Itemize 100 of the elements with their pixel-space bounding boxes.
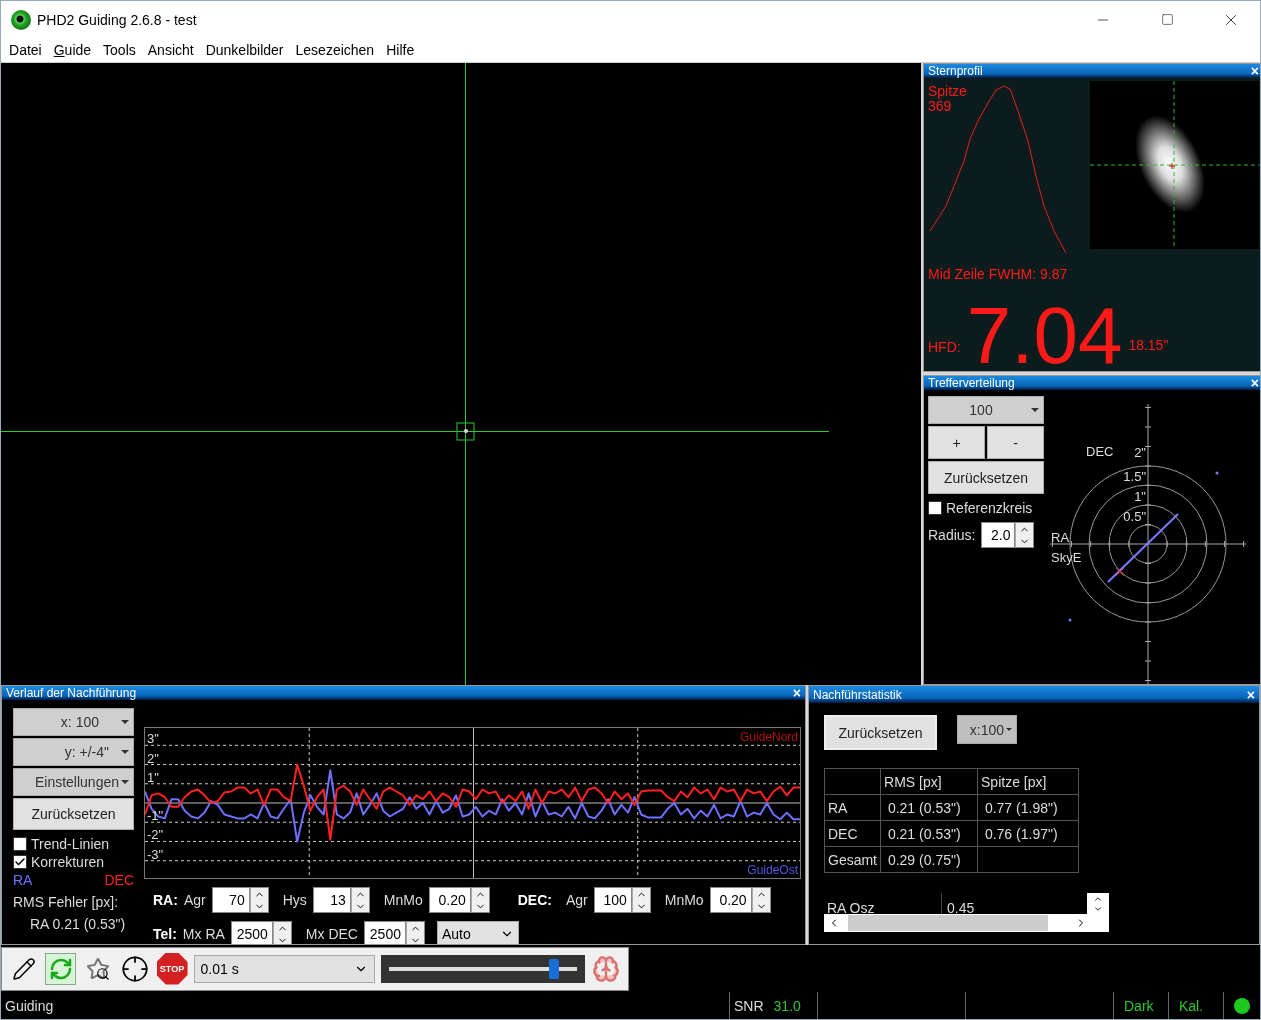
brain-icon[interactable] [592, 954, 621, 983]
zoom-out-button[interactable]: - [987, 426, 1044, 459]
status-text: Guiding [5, 997, 54, 1014]
menu-item[interactable]: Ansicht [141, 42, 200, 58]
tick-label: 3" [147, 731, 159, 747]
row-header: DEC [824, 820, 881, 847]
field-label: Mx DEC [305, 926, 358, 942]
column-header: Spitze [px] [977, 768, 1079, 795]
close-button[interactable]: × [1246, 687, 1255, 702]
slider-thumb[interactable] [549, 958, 560, 979]
row-header: Gesamt [824, 846, 881, 873]
series-legend: DEC [104, 872, 134, 888]
checkbox-label: Korrekturen [31, 854, 105, 870]
rms-ra-text: RA 0.21 (0.53") [30, 916, 127, 932]
ring-label: 2" [1134, 445, 1146, 460]
settings-dropdown[interactable]: Einstellungen [13, 768, 134, 796]
tick-label: 1" [147, 769, 159, 785]
checkbox-label: Trend-Linien [31, 836, 110, 852]
pencil-icon[interactable] [11, 956, 36, 981]
table-cell: 0.29 (0.75") [880, 846, 978, 873]
close-button[interactable]: × [792, 686, 801, 700]
checkbox-label: Referenzkreis [946, 500, 1033, 516]
scrollbar-thumb[interactable] [848, 915, 1048, 931]
hfd-value: 7.04 [966, 296, 1123, 371]
loop-button[interactable] [45, 952, 77, 985]
caret-icon [121, 720, 129, 724]
scroll-up-icon[interactable] [1093, 894, 1103, 904]
caret-icon [121, 780, 129, 784]
maximize-icon[interactable] [1160, 13, 1174, 26]
spin-field[interactable]: 2500 [364, 921, 406, 944]
menu-item[interactable]: Hilfe [380, 42, 421, 58]
search-icon [96, 966, 111, 981]
scroll-down-icon[interactable] [1093, 904, 1103, 914]
spin-field[interactable]: 100 [593, 887, 632, 913]
menu-item[interactable]: Datei [3, 42, 48, 58]
table-cell: 0.77 (1.98") [977, 794, 1079, 821]
row-header: RA [824, 794, 881, 821]
checkbox[interactable] [13, 837, 27, 851]
peak-label: Spitze 369 [928, 84, 967, 115]
rms-title: RMS Fehler [px]: [13, 894, 120, 910]
dark-indicator: Dark [1124, 997, 1154, 1014]
reset-button[interactable]: Zurücksetzen [13, 798, 134, 830]
exposure-dropdown[interactable]: 0.01 s [193, 954, 375, 983]
spin-field[interactable]: 13 [312, 887, 351, 913]
panel-title: Sternprofil [928, 64, 983, 78]
series-legend: RA [13, 872, 33, 888]
menu-item[interactable]: Tools [97, 42, 142, 58]
group-label: RA: [153, 892, 178, 908]
gain-slider[interactable] [380, 954, 585, 983]
stop-button[interactable]: STOP [156, 952, 188, 985]
field-label: Hys [282, 892, 307, 908]
field-label: MnMo [664, 892, 704, 908]
spin-field[interactable]: 0.20 [709, 887, 752, 913]
radius-label: Radius: [928, 527, 976, 543]
spin-field[interactable]: 70 [211, 887, 250, 913]
refresh-icon [48, 956, 73, 981]
crosshair-icon[interactable] [120, 954, 149, 983]
ring-label: 1.5" [1123, 469, 1146, 484]
snr-value: 31.0 [773, 997, 801, 1014]
star-icon [85, 956, 110, 981]
calibration-indicator: Kal. [1179, 997, 1204, 1014]
group-label: DEC: [517, 892, 552, 908]
checkbox[interactable] [928, 501, 942, 515]
panel-title: Trefferverteilung [928, 376, 1015, 390]
history-dropdown[interactable]: 100 [928, 396, 1044, 424]
spin-field[interactable]: 0.20 [428, 887, 471, 913]
zoom-in-button[interactable]: + [928, 426, 985, 459]
osc-label: RA Osz [827, 902, 875, 914]
ring-label: 1" [1134, 489, 1146, 504]
x-scale-dropdown[interactable]: x:100 [957, 715, 1017, 744]
menu-item[interactable]: Dunkelbilder [199, 42, 290, 58]
tick-label: -3" [147, 846, 164, 862]
checkbox[interactable] [13, 855, 27, 869]
panel-title: Nachführstatistik [813, 687, 902, 702]
spin-field[interactable]: 2.0 [981, 522, 1016, 548]
ring-label: 0.5" [1123, 509, 1146, 524]
legend-label: GuideOst [747, 863, 798, 877]
caret-icon [121, 750, 129, 754]
spin-buttons[interactable] [1015, 522, 1035, 548]
field-label: Agr [183, 892, 206, 908]
table-cell: 0.21 (0.53") [880, 794, 978, 821]
panel-title: Verlauf der Nachführung [6, 686, 137, 700]
mode-dropdown[interactable]: Auto [437, 921, 519, 944]
y-scale-dropdown[interactable]: y: +/-4" [13, 738, 134, 766]
spin-field[interactable]: 2500 [230, 921, 273, 944]
x-scale-dropdown[interactable]: x: 100 [13, 708, 134, 736]
osc-value: 0.45 [947, 902, 975, 914]
menu-item[interactable]: Guide [47, 42, 98, 58]
close-button[interactable]: × [1250, 64, 1259, 78]
close-button[interactable]: × [1250, 376, 1259, 390]
field-label: Mx RA [182, 926, 225, 942]
reset-button[interactable]: Zurücksetzen [928, 461, 1044, 494]
tick-label: 2" [147, 750, 159, 766]
tick-label: -2" [147, 827, 164, 843]
app-icon [11, 9, 31, 30]
caret-icon [1031, 408, 1039, 412]
menu-item[interactable]: Lesezeichen [289, 42, 381, 58]
reset-button[interactable]: Zurücksetzen [824, 715, 937, 750]
axis-label: SkyE [1051, 550, 1082, 565]
axis-label: RA [1051, 530, 1070, 545]
